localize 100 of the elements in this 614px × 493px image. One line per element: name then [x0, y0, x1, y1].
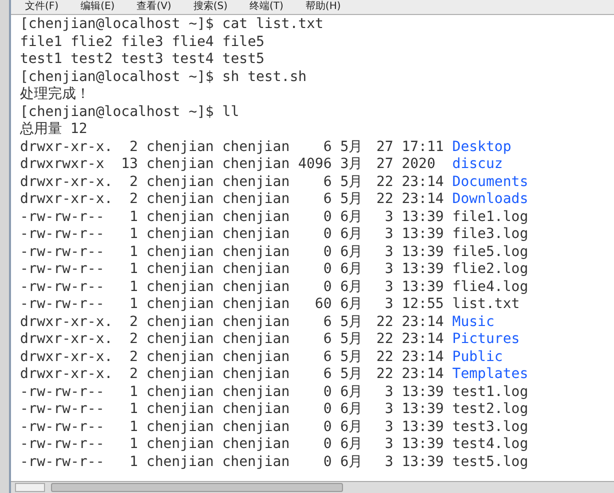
file-size: 4096 — [298, 156, 332, 174]
file-size: 6 — [323, 348, 332, 366]
month: 6月 — [340, 401, 363, 418]
menu-item[interactable]: 终端(T) — [250, 0, 284, 14]
permissions: -rw-rw-r-- — [20, 208, 104, 226]
group: chenjian — [222, 156, 290, 174]
time: 13:39 — [402, 401, 444, 418]
file-name: Downloads — [452, 191, 528, 208]
month: 6月 — [340, 226, 363, 244]
group: chenjian — [222, 208, 290, 226]
link-count: 1 — [130, 384, 138, 401]
month: 6月 — [340, 436, 363, 454]
time: 13:39 — [402, 418, 444, 436]
day: 22 — [376, 366, 394, 384]
link-count: 1 — [130, 244, 138, 261]
menu-item[interactable]: 查看(V) — [136, 0, 172, 14]
file-size: 6 — [323, 366, 332, 384]
group: chenjian — [222, 331, 290, 348]
menu-item[interactable]: 编辑(E) — [80, 0, 115, 14]
file-size: 0 — [323, 244, 332, 261]
link-count: 1 — [130, 418, 138, 436]
scroll-thumb[interactable] — [51, 483, 343, 492]
day: 3 — [384, 278, 394, 296]
file-size: 6 — [323, 138, 332, 156]
time: 23:14 — [402, 348, 444, 366]
group: chenjian — [222, 401, 290, 418]
day: 3 — [384, 208, 394, 226]
file-size: 6 — [323, 191, 332, 208]
file-name: test5.log — [452, 454, 528, 471]
scrollbar[interactable] — [11, 481, 614, 493]
permissions: -rw-rw-r-- — [20, 401, 104, 418]
month: 6月 — [340, 454, 363, 471]
day: 3 — [384, 261, 394, 278]
owner: chenjian — [146, 138, 214, 156]
time: 17:11 — [402, 138, 444, 156]
file-size: 0 — [323, 401, 332, 418]
file-name: flie2.log — [452, 261, 528, 278]
file-size: 0 — [323, 384, 332, 401]
month: 6月 — [340, 418, 363, 436]
link-count: 1 — [130, 401, 138, 418]
owner: chenjian — [146, 174, 214, 191]
file-name: file5.log — [452, 244, 528, 261]
terminal-line: file1 flie2 file3 flie4 file5 — [20, 34, 264, 51]
terminal-line: 处理完成！ — [20, 86, 90, 104]
time: 13:39 — [402, 278, 444, 296]
permissions: -rw-rw-r-- — [20, 384, 104, 401]
file-name: Desktop — [452, 138, 512, 156]
time: 13:39 — [402, 208, 444, 226]
time: 23:14 — [402, 366, 444, 384]
group: chenjian — [222, 348, 290, 366]
owner: chenjian — [146, 366, 214, 384]
permissions: drwxr-xr-x. — [20, 366, 113, 384]
time: 13:39 — [402, 384, 444, 401]
group: chenjian — [222, 278, 290, 296]
permissions: -rw-rw-r-- — [20, 436, 104, 454]
file-size: 0 — [323, 436, 332, 454]
group: chenjian — [222, 436, 290, 454]
day: 22 — [376, 348, 394, 366]
menu-item[interactable]: 搜索(S) — [193, 0, 228, 14]
group: chenjian — [222, 191, 290, 208]
permissions: drwxr-xr-x. — [20, 138, 113, 156]
month: 5月 — [340, 191, 363, 208]
link-count: 2 — [130, 191, 138, 208]
menu-item[interactable]: 文件(F) — [25, 0, 59, 14]
menu-item[interactable]: 帮助(H) — [305, 0, 341, 14]
time: 23:14 — [402, 174, 444, 191]
file-name: Music — [452, 314, 494, 331]
time: 23:14 — [402, 191, 444, 208]
group: chenjian — [222, 261, 290, 278]
link-count: 1 — [130, 296, 138, 314]
terminal-line: 总用量 12 — [20, 121, 88, 138]
file-name: list.txt — [452, 296, 520, 314]
day: 22 — [376, 191, 394, 208]
day: 3 — [384, 384, 394, 401]
time: 12:55 — [402, 296, 444, 314]
group: chenjian — [222, 226, 290, 244]
permissions: -rw-rw-r-- — [20, 296, 104, 314]
owner: chenjian — [146, 314, 214, 331]
permissions: drwxrwxr-x — [20, 156, 104, 174]
time: 13:39 — [402, 454, 444, 471]
owner: chenjian — [146, 436, 214, 454]
month: 5月 — [340, 331, 363, 348]
owner: chenjian — [146, 331, 214, 348]
link-count: 1 — [130, 226, 138, 244]
group: chenjian — [222, 244, 290, 261]
link-count: 2 — [130, 174, 138, 191]
file-size: 6 — [323, 314, 332, 331]
owner: chenjian — [146, 191, 214, 208]
day: 22 — [376, 314, 394, 331]
scroll-left-button[interactable] — [15, 483, 45, 492]
permissions: drwxr-xr-x. — [20, 314, 113, 331]
month: 6月 — [340, 244, 363, 261]
file-size: 6 — [323, 174, 332, 191]
month: 6月 — [340, 296, 363, 314]
day: 22 — [376, 174, 394, 191]
day: 3 — [384, 454, 394, 471]
file-name: Documents — [452, 174, 528, 191]
file-size: 0 — [323, 278, 332, 296]
link-count: 1 — [130, 261, 138, 278]
owner: chenjian — [146, 418, 214, 436]
